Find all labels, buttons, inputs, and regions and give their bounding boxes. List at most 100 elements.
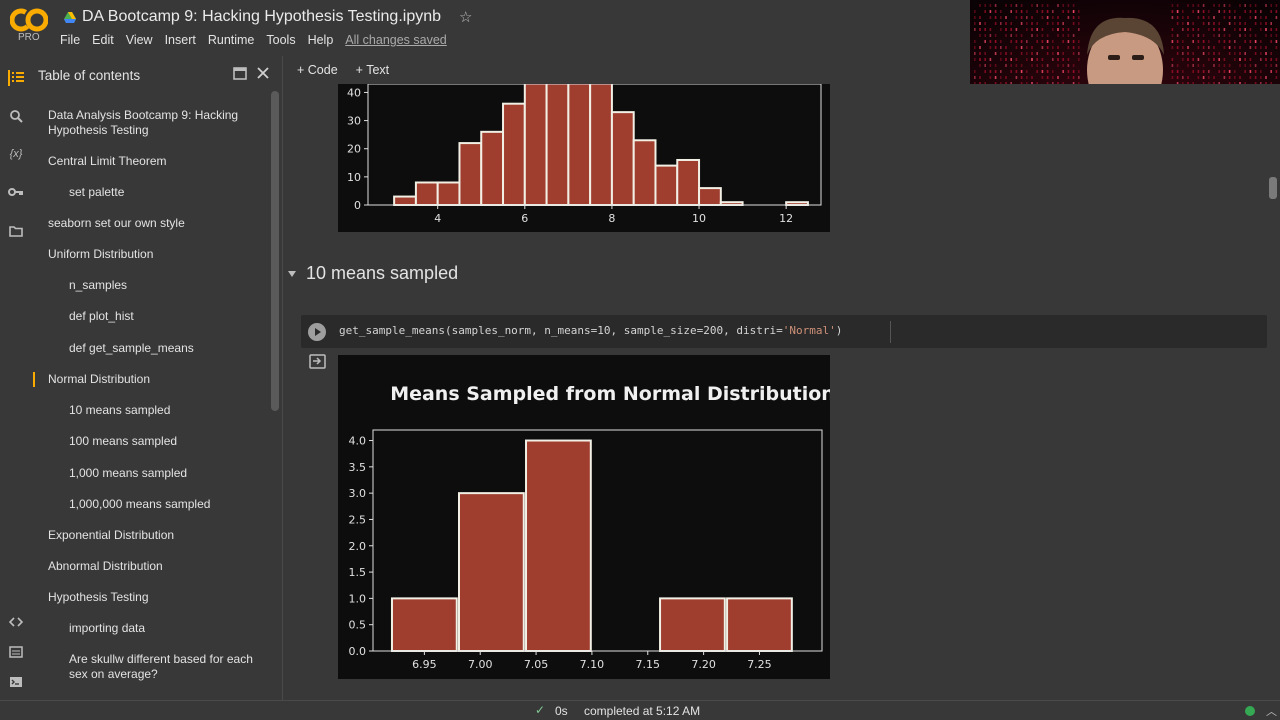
key-icon[interactable] [8,186,24,202]
toc-item[interactable]: 10 means sampled [33,403,269,418]
collapse-caret-icon[interactable] [288,270,296,277]
rain-drop [1036,40,1038,43]
x-tick-label: 8 [608,212,615,225]
histogram-bar [414,181,439,206]
rain-drop [1078,22,1080,25]
menu-runtime[interactable]: Runtime [208,33,255,47]
notebook-scrollbar[interactable] [1269,177,1277,199]
rain-drop [1223,4,1226,7]
chevron-up-icon[interactable]: ︿ [1266,703,1277,719]
toc-item[interactable]: Are skullw different based for each sex … [33,652,269,682]
variables-icon[interactable]: {x} [8,148,24,164]
rain-drop [1036,34,1038,37]
code-cell[interactable]: get_sample_means(samples_norm, n_means=1… [301,315,1267,348]
toc-item[interactable]: Hypothesis Testing [33,590,269,605]
save-status-link[interactable]: All changes saved [345,33,446,47]
rain-drop [1260,46,1262,49]
command-palette-icon[interactable] [8,646,24,662]
rain-drop [1057,28,1059,31]
histogram-bar [589,84,613,207]
menu-help[interactable]: Help [308,33,334,47]
rain-drop [974,52,976,55]
folder-icon[interactable] [8,225,24,241]
close-icon[interactable] [257,67,269,79]
rain-drop [1260,10,1262,13]
code-line[interactable]: get_sample_means(samples_norm, n_means=1… [339,324,842,337]
rain-drop [1046,52,1049,55]
toc-scrollbar[interactable] [271,91,279,411]
y-tick-label: 10 [347,171,361,184]
rain-drop [1275,34,1278,37]
toc-item[interactable]: def get_sample_means [33,341,269,356]
toc-item[interactable]: Exponential Distribution [33,528,269,543]
rain-drop [1270,4,1272,7]
rain-drop [1020,10,1023,13]
toc-item[interactable]: def plot_hist [33,309,269,324]
rain-drop [1234,10,1236,13]
rain-drop [1265,16,1267,19]
rain-drop [979,22,981,25]
toc-item[interactable]: 100 means sampled [33,434,269,449]
toc-item[interactable]: 1,000 means sampled [33,466,269,481]
rain-drop [1020,4,1023,7]
rain-drop [1020,16,1023,19]
star-icon[interactable]: ☆ [459,8,472,26]
menu-view[interactable]: View [126,33,153,47]
x-tick-label: 6.95 [412,658,437,671]
toc-item[interactable]: set palette [33,185,269,200]
x-tick-label: 7.20 [691,658,716,671]
rain-drop [979,16,981,19]
rain-drop [1192,22,1194,25]
toc-item[interactable]: n_samples [33,278,269,293]
drive-icon [64,11,76,23]
rain-drop [1067,34,1070,37]
rain-drop [984,10,986,13]
toc-item[interactable]: Uniform Distribution [33,247,269,262]
add-code-button[interactable]: + Code [297,63,338,77]
status-bar: ✓ 0s completed at 5:12 AM ︿ [0,700,1280,720]
top-bar: PRO DA Bootcamp 9: Hacking Hypothesis Te… [0,0,1280,174]
rain-drop [1249,34,1252,37]
toc-title: Table of contents [38,68,141,83]
rain-drop [1171,28,1174,31]
toc-item[interactable]: importing data [33,621,269,636]
toc-item[interactable]: Abnormal Distribution [33,559,269,574]
open-in-tab-icon[interactable] [233,67,247,80]
colab-logo[interactable]: PRO [10,8,48,44]
menu-insert[interactable]: Insert [165,33,196,47]
rain-drop [1244,22,1246,25]
rain-drop [1218,10,1220,13]
rain-drop [1218,40,1220,43]
toc-icon[interactable] [8,70,26,86]
section-header[interactable]: 10 means sampled [288,263,458,284]
x-tick-label: 7.25 [747,658,772,671]
code-snippets-icon[interactable] [8,616,24,632]
rain-drop [989,34,992,37]
rain-drop [1244,52,1246,55]
rain-drop [1223,46,1226,49]
rain-drop [1218,28,1220,31]
menu-tools[interactable]: Tools [266,33,295,47]
menu-file[interactable]: File [60,33,80,47]
toc-item[interactable]: 1,000,000 means sampled [33,497,269,512]
status-elapsed: 0s [555,704,568,718]
add-text-button[interactable]: + Text [356,63,389,77]
terminal-icon[interactable] [8,676,24,692]
output-actions-icon[interactable] [309,354,326,369]
rain-drop [1202,16,1205,19]
rain-drop [1015,4,1018,7]
run-cell-button[interactable] [308,323,326,341]
x-tick-label: 7.15 [636,658,661,671]
notebook-title[interactable]: DA Bootcamp 9: Hacking Hypothesis Testin… [82,8,441,26]
rain-drop [1270,22,1272,25]
toc-item[interactable]: Central Limit Theorem [33,154,269,169]
connection-status-icon[interactable] [1245,706,1255,716]
toc-item[interactable]: Data Analysis Bootcamp 9: Hacking Hypoth… [33,108,269,138]
rain-drop [1192,40,1194,43]
search-icon[interactable] [8,109,24,125]
rain-drop [1010,22,1012,25]
toc-item[interactable]: Normal Distribution [33,372,269,387]
toc-item[interactable]: seaborn set our own style [33,216,269,231]
menu-edit[interactable]: Edit [92,33,114,47]
rain-drop [1052,22,1054,25]
